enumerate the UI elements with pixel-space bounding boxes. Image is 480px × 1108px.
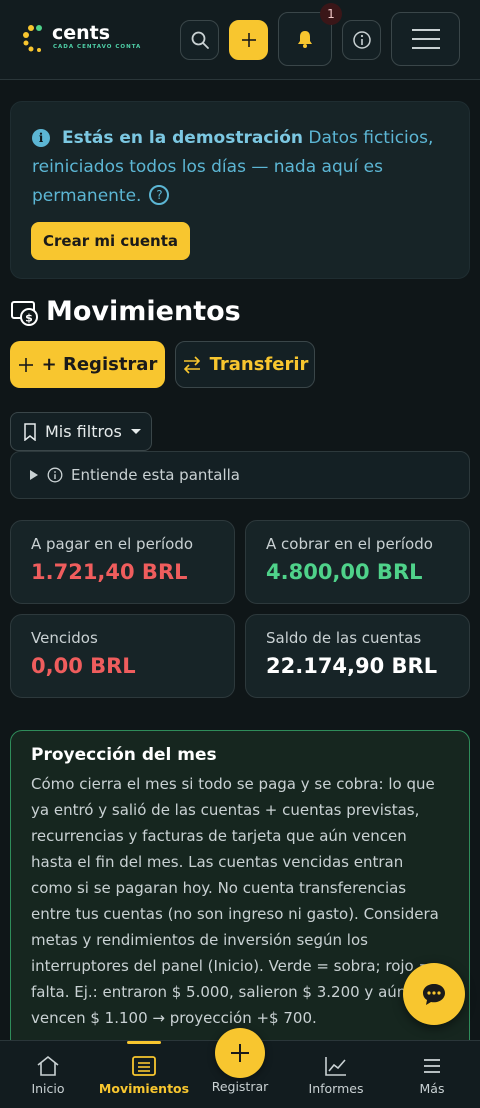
nav-reports-label: Informes [308, 1081, 364, 1096]
register-button-label: + Registrar [41, 354, 158, 375]
top-bar: cents CADA CENTAVO CONTA 1 [0, 0, 480, 80]
search-button[interactable] [180, 20, 219, 60]
stat-value: 1.721,40 BRL [31, 560, 188, 584]
stat-label: Saldo de las cuentas [266, 629, 422, 647]
month-projection-card: Proyección del mes Cómo cierra el mes si… [10, 730, 470, 1060]
bookmark-icon [24, 422, 36, 441]
info-icon [47, 467, 63, 483]
stat-label: A cobrar en el período [266, 535, 433, 553]
my-filters-dropdown[interactable]: Mis filtros [10, 412, 152, 451]
notification-count-badge: 1 [320, 3, 342, 25]
chart-icon [325, 1057, 346, 1076]
info-circle-icon: i [32, 129, 50, 147]
app-tagline: CADA CENTAVO CONTA [53, 44, 142, 50]
page-title: Movimientos [46, 296, 241, 327]
nav-reports[interactable]: Informes [300, 1041, 372, 1108]
stat-card-overdue: Vencidos 0,00 BRL [10, 614, 235, 698]
stat-card-receivable: A cobrar en el período 4.800,00 BRL [245, 520, 470, 604]
app-name: cents [52, 22, 111, 44]
bell-icon [298, 31, 312, 48]
stat-label: Vencidos [31, 629, 98, 647]
search-icon [191, 31, 209, 49]
nav-movements-label: Movimientos [98, 1081, 190, 1096]
transfer-button[interactable]: Transferir [175, 341, 315, 388]
hamburger-icon [411, 29, 440, 49]
stat-value: 22.174,90 BRL [266, 654, 438, 678]
plus-icon [241, 33, 256, 47]
money-icon: $ [11, 301, 38, 326]
nav-more-label: Más [419, 1081, 445, 1096]
chat-bubble-icon [423, 984, 445, 1005]
stat-value: 0,00 BRL [31, 654, 136, 678]
nav-movements[interactable]: Movimientos [98, 1041, 190, 1108]
main-menu-button[interactable] [391, 12, 460, 66]
my-filters-label: Mis filtros [45, 422, 122, 441]
demo-banner-text: i Estás en la demostración Datos ficticio… [32, 124, 452, 211]
info-button[interactable] [342, 20, 381, 60]
help-icon[interactable]: ? [149, 185, 170, 205]
home-icon [37, 1055, 59, 1076]
caret-right-icon [30, 470, 38, 480]
create-account-button[interactable]: Crear mi cuenta [31, 222, 191, 260]
projection-title: Proyección del mes [31, 745, 217, 765]
transfer-arrows-icon [183, 355, 200, 374]
stat-card-balance: Saldo de las cuentas 22.174,90 BRL [245, 614, 470, 698]
register-fab[interactable] [215, 1028, 265, 1078]
screen-help-toggle[interactable]: Entiende esta pantalla [10, 451, 470, 499]
stat-value: 4.800,00 BRL [266, 560, 423, 584]
info-icon [352, 31, 371, 49]
demo-banner-heading: Estás en la demostración [62, 128, 304, 148]
menu-icon [424, 1059, 440, 1073]
register-button[interactable]: + Registrar [10, 341, 165, 388]
demo-banner: i Estás en la demostración Datos ficticio… [10, 101, 470, 279]
stat-label: A pagar en el período [31, 535, 194, 553]
transfer-button-label: Transferir [209, 354, 309, 375]
plus-icon [231, 1044, 249, 1062]
nav-more[interactable]: Más [402, 1041, 462, 1108]
plus-icon [18, 357, 33, 372]
stat-card-payable: A pagar en el período 1.721,40 BRL [10, 520, 235, 604]
chevron-down-icon [130, 428, 141, 434]
list-icon [132, 1056, 156, 1076]
nav-register-label: Registrar [211, 1079, 269, 1094]
chat-support-button[interactable] [403, 963, 465, 1025]
svg-text:$: $ [25, 312, 33, 325]
projection-description: Cómo cierra el mes si todo se paga y se … [31, 775, 439, 1027]
quick-add-button[interactable] [229, 20, 268, 60]
nav-home[interactable]: Inicio [18, 1041, 78, 1108]
screen-help-label: Entiende esta pantalla [71, 466, 240, 484]
nav-home-label: Inicio [31, 1081, 65, 1096]
